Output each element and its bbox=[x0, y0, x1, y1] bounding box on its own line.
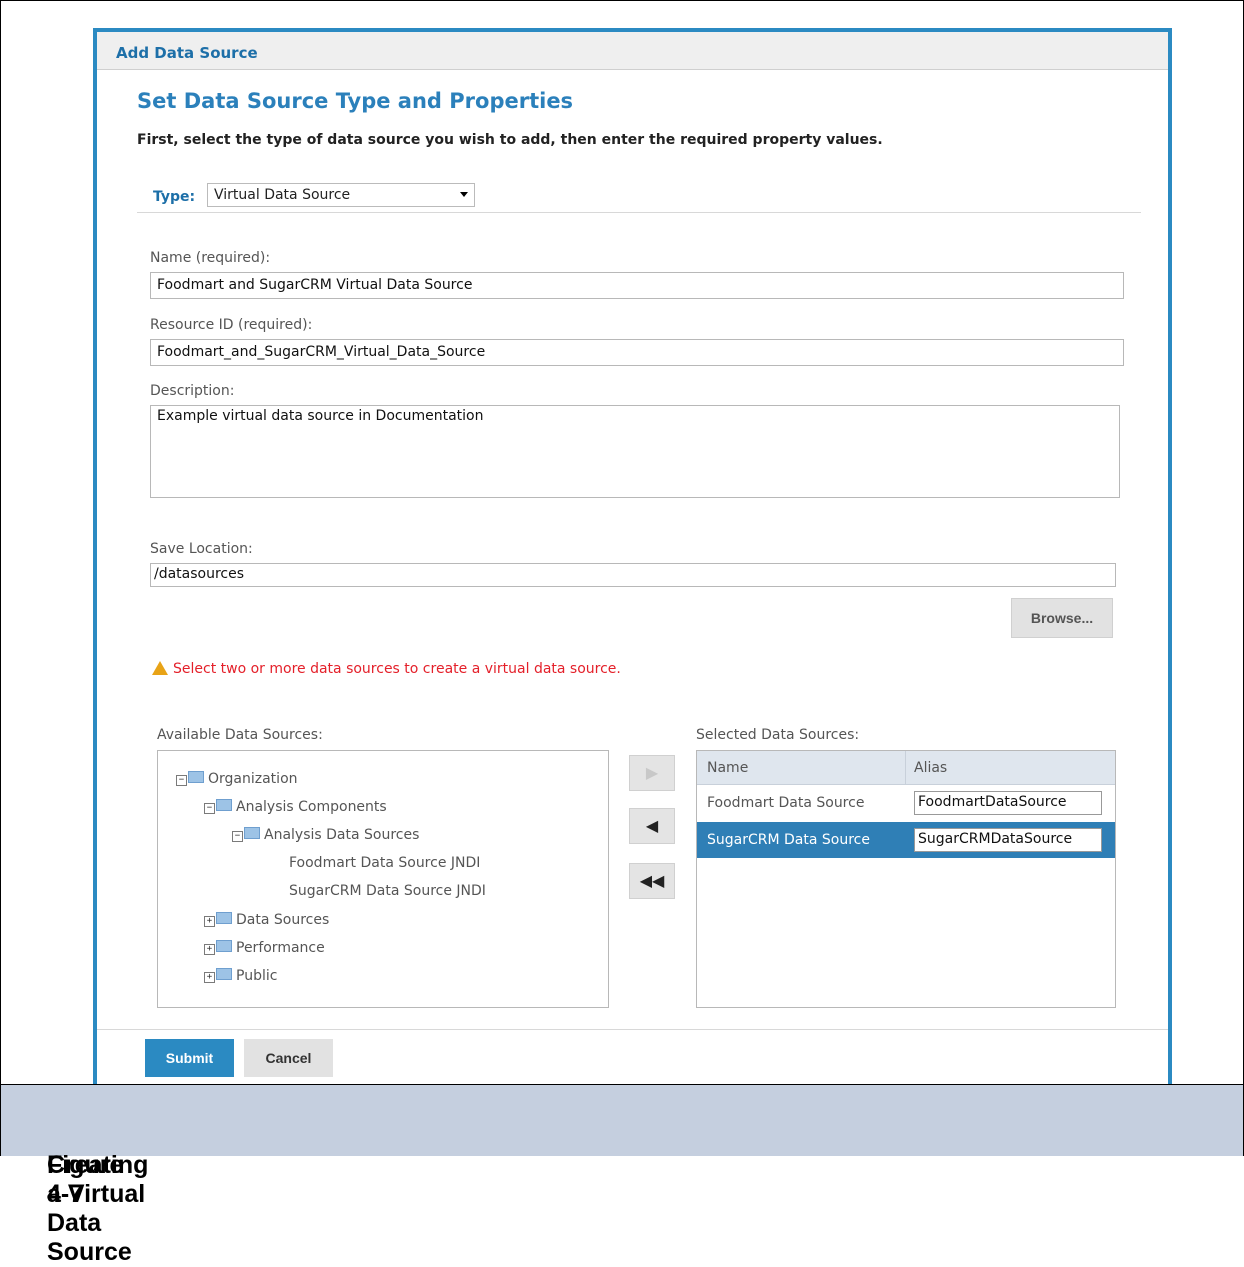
name-input[interactable]: Foodmart and SugarCRM Virtual Data Sourc… bbox=[150, 272, 1124, 299]
arrow-right-icon: ▶ bbox=[645, 763, 659, 782]
folder-icon bbox=[216, 799, 232, 811]
type-select-value: Virtual Data Source bbox=[214, 187, 351, 203]
row-name: Foodmart Data Source bbox=[707, 795, 865, 811]
warning-text: Select two or more data sources to creat… bbox=[173, 661, 621, 677]
collapse-icon[interactable]: − bbox=[176, 775, 187, 786]
chevron-down-icon bbox=[460, 192, 468, 197]
figure-caption: Figure 4-7 Creating a Virtual Data Sourc… bbox=[1, 1084, 1243, 1266]
section-divider bbox=[137, 212, 1141, 213]
caption-text: Figure 4-7 Creating a Virtual Data Sourc… bbox=[47, 1151, 149, 1266]
warning-message: Select two or more data sources to creat… bbox=[152, 661, 621, 677]
tree-node-data-sources[interactable]: + Data Sources bbox=[204, 912, 329, 928]
collapse-icon[interactable]: − bbox=[204, 803, 215, 814]
column-divider bbox=[905, 751, 906, 784]
move-all-left-button[interactable]: ◀◀ bbox=[629, 863, 675, 899]
description-label: Description: bbox=[150, 383, 235, 399]
browse-button[interactable]: Browse... bbox=[1011, 598, 1113, 638]
move-right-button[interactable]: ▶ bbox=[629, 755, 675, 791]
tree-node-performance[interactable]: + Performance bbox=[204, 940, 325, 956]
name-label: Name (required): bbox=[150, 250, 271, 266]
warning-icon bbox=[152, 661, 168, 675]
save-location-input[interactable]: /datasources bbox=[150, 563, 1116, 587]
dialog-title: Add Data Source bbox=[116, 44, 258, 62]
dialog-header: Add Data Source bbox=[97, 32, 1168, 70]
alias-input[interactable]: SugarCRMDataSource bbox=[914, 828, 1102, 852]
expand-icon[interactable]: + bbox=[204, 944, 215, 955]
alias-input[interactable]: FoodmartDataSource bbox=[914, 791, 1102, 815]
expand-icon[interactable]: + bbox=[204, 972, 215, 983]
table-header: Name Alias bbox=[697, 751, 1115, 785]
tree-node-public[interactable]: + Public bbox=[204, 968, 277, 984]
tree-node-analysis-components[interactable]: − Analysis Components bbox=[204, 799, 387, 815]
submit-button[interactable]: Submit bbox=[145, 1039, 234, 1077]
folder-icon bbox=[216, 912, 232, 924]
tree-node-foodmart-jndi[interactable]: Foodmart Data Source JNDI bbox=[289, 855, 480, 871]
type-label: Type: bbox=[153, 189, 196, 205]
resource-id-label: Resource ID (required): bbox=[150, 317, 313, 333]
description-textarea[interactable]: Example virtual data source in Documenta… bbox=[150, 405, 1120, 498]
row-name: SugarCRM Data Source bbox=[707, 832, 870, 848]
arrow-left-icon: ◀ bbox=[645, 816, 659, 835]
cancel-button[interactable]: Cancel bbox=[244, 1039, 333, 1077]
available-sources-tree: − Organization − Analysis Components − Anal… bbox=[157, 750, 609, 1008]
table-row-selected[interactable]: SugarCRM Data Source SugarCRMDataSource bbox=[697, 822, 1115, 858]
resource-id-input[interactable]: Foodmart_and_SugarCRM_Virtual_Data_Sourc… bbox=[150, 339, 1124, 366]
selected-sources-table: Name Alias Foodmart Data Source Foodmart… bbox=[696, 750, 1116, 1008]
type-select[interactable]: Virtual Data Source bbox=[207, 183, 475, 207]
selected-sources-label: Selected Data Sources: bbox=[696, 727, 860, 743]
move-left-button[interactable]: ◀ bbox=[629, 808, 675, 844]
column-name-header: Name bbox=[707, 760, 749, 776]
folder-icon bbox=[216, 968, 232, 980]
save-location-label: Save Location: bbox=[150, 541, 253, 557]
collapse-icon[interactable]: − bbox=[232, 831, 243, 842]
available-sources-label: Available Data Sources: bbox=[157, 727, 323, 743]
double-arrow-left-icon: ◀◀ bbox=[639, 871, 665, 890]
add-data-source-dialog: Add Data Source Set Data Source Type and… bbox=[93, 28, 1172, 1088]
table-row[interactable]: Foodmart Data Source FoodmartDataSource bbox=[697, 785, 1115, 821]
folder-icon bbox=[244, 827, 260, 839]
folder-icon bbox=[216, 940, 232, 952]
tree-node-organization[interactable]: − Organization bbox=[176, 771, 298, 787]
page-heading: Set Data Source Type and Properties bbox=[137, 89, 574, 113]
folder-icon bbox=[188, 771, 204, 783]
intro-text: First, select the type of data source yo… bbox=[137, 132, 883, 148]
expand-icon[interactable]: + bbox=[204, 916, 215, 927]
tree-node-sugarcrm-jndi[interactable]: SugarCRM Data Source JNDI bbox=[289, 883, 486, 899]
tree-node-analysis-data-sources[interactable]: − Analysis Data Sources bbox=[232, 827, 419, 843]
footer-divider bbox=[97, 1029, 1168, 1030]
column-alias-header: Alias bbox=[914, 760, 948, 776]
